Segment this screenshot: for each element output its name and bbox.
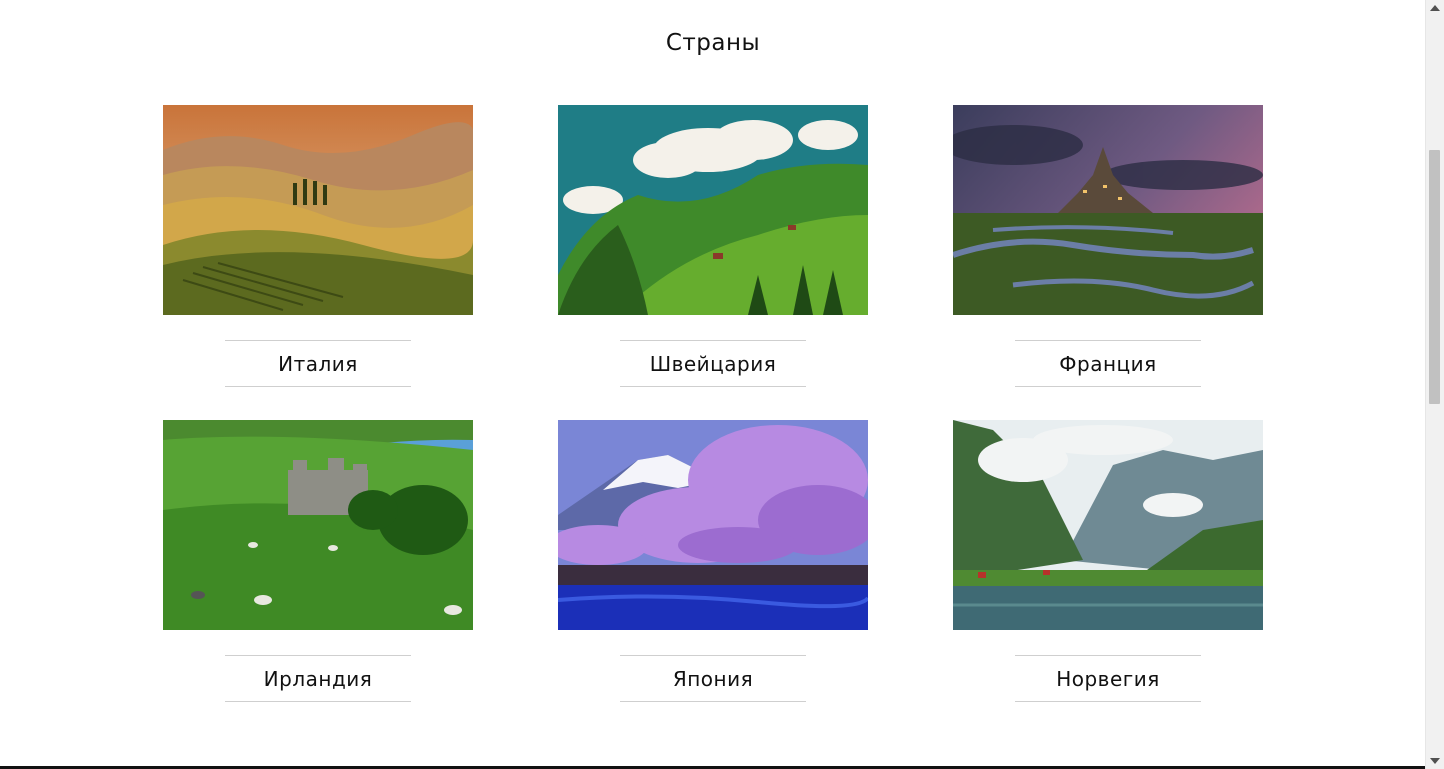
country-name-france[interactable]: Франция	[1015, 340, 1201, 387]
country-name-norway[interactable]: Норвегия	[1015, 655, 1201, 702]
france-photo[interactable]	[953, 105, 1263, 315]
norway-photo[interactable]	[953, 420, 1263, 630]
ireland-photo[interactable]	[163, 420, 473, 630]
country-card-norway[interactable]: Норвегия	[953, 420, 1263, 702]
country-card-france[interactable]: Франция	[953, 105, 1263, 387]
country-card-ireland[interactable]: Ирландия	[163, 420, 473, 702]
page: Страны Италия Швейцария Франция Ирландия…	[0, 0, 1426, 769]
scroll-down-icon[interactable]	[1430, 758, 1440, 764]
section-title: Страны	[665, 30, 761, 56]
switzerland-photo[interactable]	[558, 105, 868, 315]
country-card-japan[interactable]: Япония	[558, 420, 868, 702]
vertical-scrollbar[interactable]	[1425, 0, 1444, 769]
country-name-italy[interactable]: Италия	[225, 340, 411, 387]
japan-photo[interactable]	[558, 420, 868, 630]
scroll-thumb[interactable]	[1429, 150, 1440, 404]
country-name-switzerland[interactable]: Швейцария	[620, 340, 806, 387]
scroll-up-icon[interactable]	[1430, 5, 1440, 11]
country-name-japan[interactable]: Япония	[620, 655, 806, 702]
country-name-ireland[interactable]: Ирландия	[225, 655, 411, 702]
country-card-italy[interactable]: Италия	[163, 105, 473, 387]
country-card-switzerland[interactable]: Швейцария	[558, 105, 868, 387]
italy-photo[interactable]	[163, 105, 473, 315]
